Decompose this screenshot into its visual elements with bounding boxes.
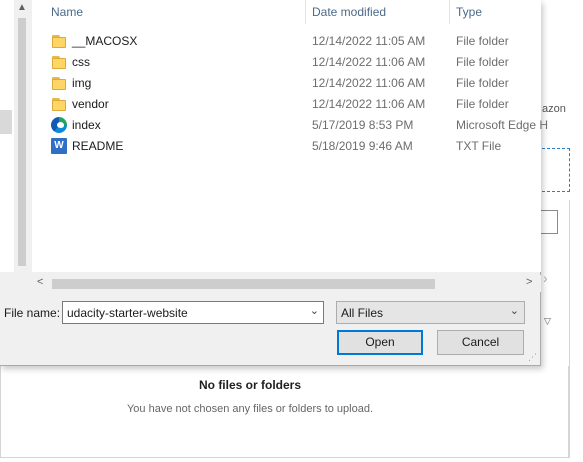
file-name-label: File name: [4, 306, 61, 320]
scroll-up-icon[interactable]: ▲ [17, 2, 27, 13]
file-name: index [72, 118, 101, 132]
file-date: 5/18/2019 9:46 AM [312, 139, 413, 153]
file-type: File folder [456, 97, 509, 111]
collapse-triangle-icon: ▽ [544, 316, 551, 326]
navigation-pane[interactable] [0, 0, 14, 272]
open-button[interactable]: Open [337, 330, 423, 355]
column-separator [305, 0, 306, 24]
drop-zone-edge [542, 148, 570, 192]
empty-state-title: No files or folders [198, 378, 302, 392]
folder-icon [51, 33, 67, 49]
folder-icon [51, 75, 67, 91]
text-document-icon: W [51, 138, 67, 154]
file-name: README [72, 139, 124, 153]
open-file-dialog: ▲ ^ Name Date modified Type __MACOSX 12/… [0, 0, 548, 366]
file-name: vendor [72, 97, 109, 111]
background-divider [569, 200, 570, 458]
file-name: css [72, 55, 90, 69]
file-date: 12/14/2022 11:06 AM [312, 76, 426, 90]
sort-ascending-icon: ^ [170, 0, 175, 6]
empty-state-subtitle: You have not chosen any files or folders… [126, 403, 374, 415]
background-partial-text: azon [542, 103, 566, 115]
column-date-modified[interactable]: Date modified [312, 5, 386, 19]
horizontal-scrollbar[interactable]: < > [32, 275, 541, 292]
file-row[interactable]: css 12/14/2022 11:06 AM File folder [32, 52, 541, 73]
scroll-right-icon[interactable]: > [526, 276, 532, 288]
background-input-edge [540, 210, 558, 234]
navigation-scrollbar[interactable]: ▲ [14, 0, 30, 272]
file-type: File folder [456, 76, 509, 90]
edge-html-icon [51, 117, 67, 133]
file-row[interactable]: W README 5/18/2019 9:46 AM TXT File [32, 136, 541, 157]
scroll-left-icon[interactable]: < [37, 276, 43, 288]
resize-grip-icon[interactable]: ⋰ [528, 352, 537, 363]
file-date: 5/17/2019 8:53 PM [312, 118, 414, 132]
file-row[interactable]: index 5/17/2019 8:53 PM Microsoft Edge H [32, 115, 548, 136]
file-type-filter-value[interactable]: All Files [341, 306, 383, 320]
chevron-right-icon: › [543, 270, 548, 286]
file-type-filter[interactable]: All Files ⌄ [336, 301, 525, 324]
navigation-scroll-thumb[interactable] [18, 18, 26, 266]
column-header: ^ Name Date modified Type [32, 0, 541, 24]
file-date: 12/14/2022 11:06 AM [312, 55, 426, 69]
column-type[interactable]: Type [456, 5, 482, 19]
folder-icon [51, 54, 67, 70]
file-row[interactable]: vendor 12/14/2022 11:06 AM File folder [32, 94, 541, 115]
file-type: File folder [456, 34, 509, 48]
file-type: Microsoft Edge H [456, 118, 549, 132]
file-type: File folder [456, 55, 509, 69]
chevron-down-icon[interactable]: ⌄ [310, 304, 319, 317]
chevron-down-icon[interactable]: ⌄ [510, 304, 519, 317]
cancel-button[interactable]: Cancel [437, 330, 524, 355]
column-separator [449, 0, 450, 24]
file-type: TXT File [456, 139, 502, 153]
file-name-value[interactable]: udacity-starter-website [67, 306, 188, 320]
file-row[interactable]: __MACOSX 12/14/2022 11:05 AM File folder [32, 31, 541, 52]
navigation-selected-item[interactable] [0, 110, 12, 134]
file-date: 12/14/2022 11:06 AM [312, 97, 426, 111]
file-list[interactable]: ^ Name Date modified Type __MACOSX 12/14… [32, 0, 548, 272]
folder-icon [51, 96, 67, 112]
file-name: img [72, 76, 92, 90]
column-name[interactable]: Name [51, 5, 83, 19]
file-date: 12/14/2022 11:05 AM [312, 34, 426, 48]
file-name: __MACOSX [72, 34, 138, 48]
file-name-input[interactable]: udacity-starter-website ⌄ [62, 301, 324, 324]
file-row[interactable]: img 12/14/2022 11:06 AM File folder [32, 73, 541, 94]
horizontal-scroll-thumb[interactable] [52, 279, 435, 289]
